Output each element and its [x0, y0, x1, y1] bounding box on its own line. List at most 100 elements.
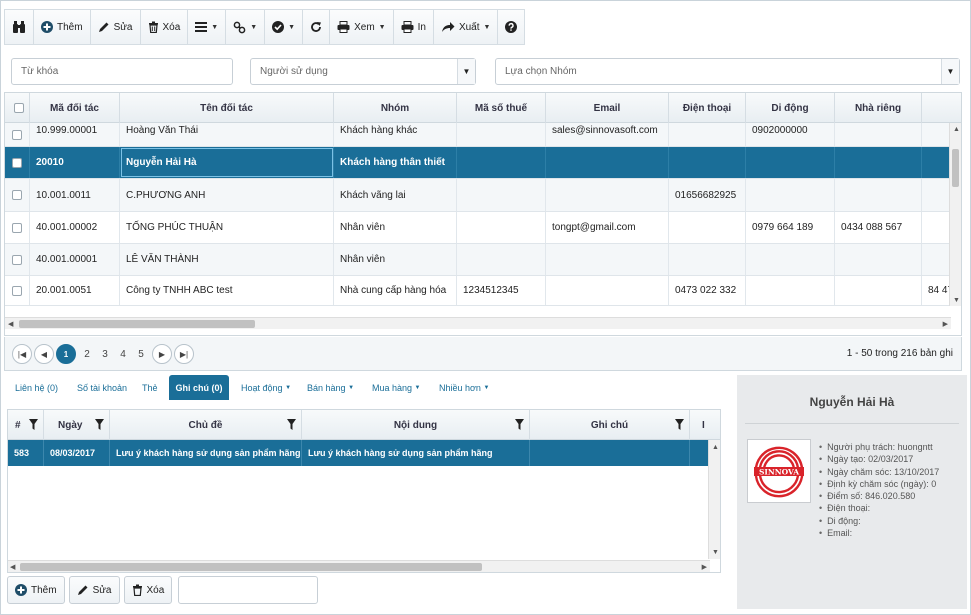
chevron-down-icon: ▼: [250, 23, 258, 31]
printer-icon: [401, 21, 414, 33]
scroll-up-arrow-icon[interactable]: ▲: [953, 126, 960, 133]
find-button[interactable]: [5, 10, 34, 44]
add-button[interactable]: Thêm: [34, 10, 91, 44]
tab-label: Thẻ: [142, 382, 158, 393]
row-checkbox[interactable]: [12, 129, 22, 140]
select-all-checkbox[interactable]: [13, 103, 24, 113]
plus-circle-icon: [15, 584, 27, 596]
tab-sales[interactable]: Bán hàng ▼: [307, 375, 354, 400]
column-header[interactable]: Mã đối tác: [30, 93, 120, 123]
export-menu-button[interactable]: Xuất ▼: [434, 10, 499, 44]
group-select[interactable]: Lựa chọn Nhóm ▼: [495, 58, 960, 85]
link-menu-button[interactable]: ▼: [226, 10, 266, 44]
column-header[interactable]: Tên đối tác: [120, 93, 334, 123]
table-row[interactable]: 40.001.00002 TỐNG PHÚC THUẬN Nhân viên tong…: [5, 212, 961, 244]
tab-more[interactable]: Nhiều hơn ▼: [439, 375, 489, 400]
edit-note-button[interactable]: Sửa: [68, 576, 120, 604]
column-header[interactable]: Nhà riêng: [835, 93, 922, 123]
print-button[interactable]: In: [394, 10, 434, 44]
approve-menu-button[interactable]: ▼: [265, 10, 304, 44]
tab-purchases[interactable]: Mua hàng ▼: [372, 375, 421, 400]
scroll-up-arrow-icon[interactable]: ▲: [712, 444, 719, 451]
tab-notes[interactable]: Ghi chú (0): [169, 375, 229, 400]
column-header[interactable]: Di động: [746, 93, 835, 123]
cell-tax: [457, 123, 546, 146]
table-row[interactable]: 10.999.00001 Hoàng Văn Thái Khách hàng khá…: [5, 123, 961, 147]
delete-button[interactable]: Xóa: [141, 10, 189, 44]
table-row[interactable]: 20.001.0051 Công ty TNHH ABC test Nhà cung…: [5, 276, 961, 306]
last-page-button[interactable]: ▶|: [174, 344, 194, 364]
scroll-right-arrow-icon[interactable]: ▶: [943, 320, 948, 328]
filter-icon[interactable]: [95, 419, 104, 430]
scrollbar-thumb[interactable]: [952, 149, 959, 187]
column-header[interactable]: Nội dung: [302, 410, 530, 440]
delete-note-button[interactable]: Xóa: [123, 576, 173, 604]
view-menu-button[interactable]: Xem ▼: [330, 10, 394, 44]
filter-icon[interactable]: [675, 419, 684, 430]
table-row[interactable]: 40.001.00001 LÊ VĂN THÀNH Nhân viên: [5, 244, 961, 276]
next-page-button[interactable]: ▶: [152, 344, 172, 364]
filter-icon[interactable]: [287, 419, 296, 430]
app-frame: Thêm Sửa Xóa ▼ ▼ ▼ Xem ▼ In Xuất ▼ Từ kh…: [0, 0, 971, 615]
add-note-button[interactable]: Thêm: [7, 576, 65, 604]
row-checkbox[interactable]: [12, 254, 22, 265]
row-checkbox[interactable]: [12, 285, 22, 296]
caret-down-icon[interactable]: ▼: [941, 59, 959, 84]
edit-button[interactable]: Sửa: [91, 10, 141, 44]
notes-vertical-scrollbar[interactable]: ▲ ▼: [708, 440, 720, 559]
tab-accounts[interactable]: Số tài khoản: [77, 375, 127, 400]
page-2-button[interactable]: 2: [77, 344, 97, 364]
tab-label: Mua hàng: [372, 382, 413, 393]
page-3-button[interactable]: 3: [95, 344, 115, 364]
page-5-button[interactable]: 5: [131, 344, 151, 364]
scroll-right-arrow-icon[interactable]: ▶: [702, 563, 707, 571]
scrollbar-thumb[interactable]: [19, 320, 255, 328]
page-1-button[interactable]: 1: [56, 344, 76, 364]
scroll-left-arrow-icon[interactable]: ◀: [10, 563, 15, 571]
column-header[interactable]: #: [8, 410, 44, 440]
column-header[interactable]: Email: [546, 93, 669, 123]
table-row[interactable]: 583 08/03/2017 Lưu ý khách hàng sử dụng …: [8, 440, 710, 466]
notes-horizontal-scrollbar[interactable]: ◀ ▶: [8, 560, 710, 572]
column-header[interactable]: Chủ đề: [110, 410, 302, 440]
row-checkbox[interactable]: [12, 157, 22, 168]
column-header[interactable]: Ngày: [44, 410, 110, 440]
column-header[interactable]: Nhóm: [334, 93, 457, 123]
info-item: Ngày chăm sóc: 13/10/2017: [819, 466, 939, 478]
tab-cards[interactable]: Thẻ: [142, 375, 158, 400]
column-header[interactable]: Điện thoại: [669, 93, 746, 123]
cell-email: [546, 179, 669, 211]
scroll-down-arrow-icon[interactable]: ▼: [712, 549, 719, 556]
table-row[interactable]: 10.001.0011 C.PHƯƠNG ANH Khách vãng lai 016…: [5, 179, 961, 212]
refresh-button[interactable]: [303, 10, 331, 44]
filter-icon[interactable]: [515, 419, 524, 430]
row-checkbox[interactable]: [12, 190, 22, 200]
user-select[interactable]: Người sử dụng ▼: [250, 58, 476, 85]
column-header[interactable]: Ghi chú: [530, 410, 690, 440]
list-menu-button[interactable]: ▼: [188, 10, 227, 44]
keyword-input[interactable]: Từ khóa: [11, 58, 233, 85]
help-button[interactable]: [498, 10, 524, 44]
tab-contacts[interactable]: Liên hệ (0): [15, 375, 58, 400]
tab-activities[interactable]: Hoạt động ▼: [241, 375, 291, 400]
cell-group: Nhân viên: [334, 244, 457, 275]
cell-email: tongpt@gmail.com: [546, 212, 669, 243]
scroll-down-arrow-icon[interactable]: ▼: [953, 297, 960, 304]
grid-horizontal-scrollbar[interactable]: ◀ ▶: [5, 317, 951, 329]
scroll-left-arrow-icon[interactable]: ◀: [8, 320, 13, 328]
cell-email: sales@sinnovasoft.com: [546, 123, 669, 146]
first-page-button[interactable]: |◀: [12, 344, 32, 364]
prev-page-button[interactable]: ◀: [34, 344, 54, 364]
caret-down-icon[interactable]: ▼: [457, 59, 475, 84]
partner-info-list: Người phụ trách: huongnttNgày tạo: 02/03…: [819, 441, 939, 539]
column-header[interactable]: Mã số thuế: [457, 93, 546, 123]
row-select-cell: [5, 212, 30, 243]
scrollbar-thumb[interactable]: [20, 563, 482, 571]
page-4-button[interactable]: 4: [113, 344, 133, 364]
note-search-input[interactable]: [178, 576, 319, 604]
row-checkbox[interactable]: [12, 222, 22, 233]
grid-vertical-scrollbar[interactable]: ▲ ▼: [949, 123, 961, 306]
filter-icon[interactable]: [29, 419, 38, 430]
select-all-cell: [5, 93, 30, 123]
table-row[interactable]: 20010 Nguyễn Hải Hà Khách hàng thân thiết: [5, 147, 961, 179]
